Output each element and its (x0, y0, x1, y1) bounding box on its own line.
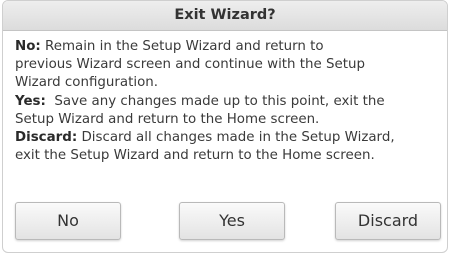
option-yes-label: Yes: (15, 93, 46, 109)
option-no-line: Wizard configuration. (15, 75, 159, 91)
option-yes-text: Save any changes made up to this point, … (45, 93, 385, 109)
option-yes-description: Yes: Save any changes made up to this po… (15, 93, 443, 129)
dialog-message: No: Remain in the Setup Wizard and retur… (15, 38, 443, 165)
option-no-text: Remain in the Setup Wizard and return to (40, 39, 324, 54)
option-yes-line: Setup Wizard and return to the Home scre… (15, 111, 320, 127)
option-discard-text: Discard all changes made in the Setup Wi… (77, 130, 395, 146)
discard-button[interactable]: Discard (335, 202, 441, 240)
option-no-line: previous Wizard screen and continue with… (15, 57, 366, 73)
option-discard-line: exit the Setup Wizard and return to the … (15, 148, 375, 164)
option-discard-description: Discard: Discard all changes made in the… (15, 129, 443, 165)
dialog-title: Exit Wizard? (3, 1, 447, 31)
option-discard-label: Discard: (15, 130, 78, 146)
option-no-description: No: Remain in the Setup Wizard and retur… (15, 38, 443, 93)
no-button[interactable]: No (15, 202, 121, 240)
option-no-label: No: (15, 39, 41, 54)
exit-wizard-dialog: Exit Wizard? No: Remain in the Setup Wiz… (2, 0, 448, 253)
yes-button[interactable]: Yes (179, 202, 285, 240)
